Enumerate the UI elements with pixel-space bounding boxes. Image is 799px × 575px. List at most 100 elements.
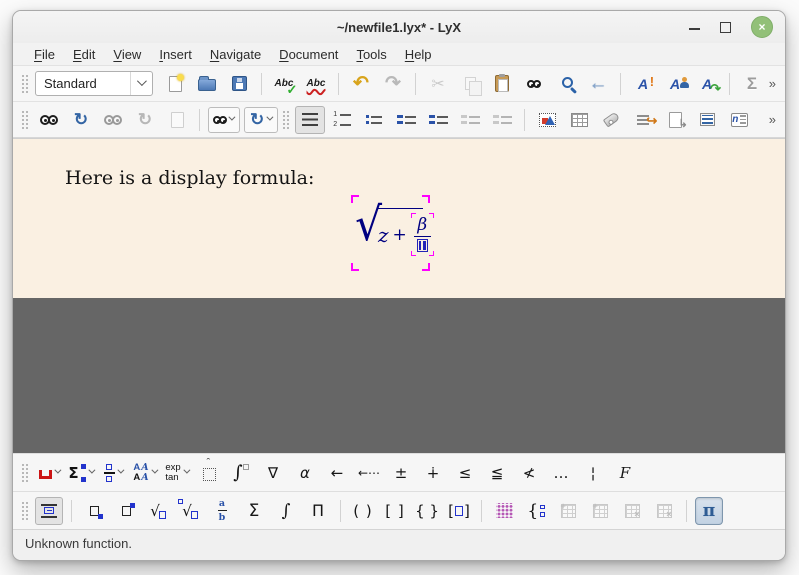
math-inset[interactable]: √ z + β	[351, 195, 430, 271]
math-panel-toggle[interactable]: π	[695, 497, 723, 525]
continuous-spellcheck-button[interactable]: Abc	[301, 70, 331, 98]
decrease-depth-button[interactable]	[487, 106, 517, 134]
greek-letters-button[interactable]: α	[291, 459, 319, 487]
parentheses-button[interactable]: ( )	[349, 497, 377, 525]
view-source-button[interactable]	[162, 106, 192, 134]
dots-button[interactable]: …	[547, 459, 575, 487]
layout-combobox[interactable]: Standard	[35, 71, 153, 96]
toolbar-drag-handle[interactable]	[282, 110, 289, 130]
relations-button[interactable]: ≤	[451, 459, 479, 487]
minimize-button[interactable]	[689, 19, 700, 30]
update-other-formats-dropdown[interactable]: ↻	[244, 107, 278, 133]
menu-insert[interactable]: Insert	[150, 46, 201, 63]
negative-relations-button[interactable]: ≮	[515, 459, 543, 487]
subscript-button[interactable]	[80, 497, 108, 525]
insert-label-button[interactable]	[596, 106, 626, 134]
update-button[interactable]: ↻	[66, 106, 96, 134]
integral-limits-button[interactable]: ∫	[227, 459, 255, 487]
menu-document[interactable]: Document	[270, 46, 347, 63]
new-document-button[interactable]	[160, 70, 190, 98]
insert-matrix-button[interactable]	[490, 497, 518, 525]
brackets-button[interactable]: [ ]	[381, 497, 409, 525]
fraction-inset[interactable]: β	[411, 213, 434, 256]
numbered-list-button[interactable]: 1 2	[327, 106, 357, 134]
document-page[interactable]: Here is a display formula: √ z + β	[13, 139, 785, 298]
spellcheck-button[interactable]: Abc✓	[269, 70, 299, 98]
insert-note-button[interactable]: n	[724, 106, 754, 134]
binary-operators2-button[interactable]: ∔	[419, 459, 447, 487]
arrows-panel-button[interactable]: ←	[323, 459, 351, 487]
toolbar-drag-handle[interactable]	[21, 463, 28, 483]
display-formula-toggle[interactable]	[35, 497, 63, 525]
long-arrows-panel-button[interactable]: ←⋯	[355, 459, 383, 487]
undo-button[interactable]: ↶	[346, 70, 376, 98]
toolbar-overflow-button[interactable]: »	[769, 112, 779, 127]
toggle-noun-button[interactable]: A	[660, 70, 690, 98]
nth-root-button[interactable]: √	[176, 497, 204, 525]
menu-navigate[interactable]: Navigate	[201, 46, 270, 63]
search-button[interactable]	[551, 70, 581, 98]
delete-column-button[interactable]: ×	[650, 497, 678, 525]
sum-button[interactable]: Σ	[240, 497, 268, 525]
view-other-formats-dropdown[interactable]	[208, 107, 240, 133]
empty-math-box-cursor[interactable]	[417, 239, 428, 252]
cut-button[interactable]: ✂	[423, 70, 453, 98]
add-column-button[interactable]: +	[586, 497, 614, 525]
big-operators-dropdown[interactable]: Σ	[67, 459, 95, 487]
update-master-button[interactable]: ↻	[130, 106, 160, 134]
superscript-button[interactable]	[112, 497, 140, 525]
menu-tools[interactable]: Tools	[347, 46, 395, 63]
insert-cases-button[interactable]: {	[522, 497, 550, 525]
toolbar-drag-handle[interactable]	[21, 110, 28, 130]
toggle-emphasis-button[interactable]: A!	[628, 70, 658, 98]
operators-panel-button[interactable]: ∇	[259, 459, 287, 487]
insert-marginnote-button[interactable]	[692, 106, 722, 134]
view-master-button[interactable]	[98, 106, 128, 134]
maximize-button[interactable]	[720, 22, 731, 33]
view-button[interactable]	[34, 106, 64, 134]
ams-relations-button[interactable]: ≦	[483, 459, 511, 487]
delimiters-misc-button[interactable]: ¦	[579, 459, 607, 487]
insert-table-button[interactable]	[564, 106, 594, 134]
paste-button[interactable]	[487, 70, 517, 98]
titlebar[interactable]: ~/newfile1.lyx* - LyX ×	[13, 11, 785, 43]
binary-operators-button[interactable]: ±	[387, 459, 415, 487]
product-button[interactable]: Π	[304, 497, 332, 525]
delimiters-dialog-button[interactable]: [ ]	[445, 497, 473, 525]
close-button[interactable]: ×	[751, 16, 773, 38]
ams-operators-button[interactable]: F	[611, 459, 639, 487]
menu-file[interactable]: File	[25, 46, 64, 63]
copy-button[interactable]	[455, 70, 485, 98]
add-row-button[interactable]: +	[554, 497, 582, 525]
menu-edit[interactable]: Edit	[64, 46, 104, 63]
open-document-button[interactable]	[192, 70, 222, 98]
insert-graphics-button[interactable]	[532, 106, 562, 134]
fraction-button[interactable]: ab	[208, 497, 236, 525]
toolbar-drag-handle[interactable]	[21, 501, 28, 521]
redo-button[interactable]: ↷	[378, 70, 408, 98]
delete-row-button[interactable]: ×	[618, 497, 646, 525]
find-replace-button[interactable]	[519, 70, 549, 98]
math-functions-dropdown[interactable]: exptan	[163, 459, 191, 487]
toolbar-drag-handle[interactable]	[21, 74, 28, 94]
labeling-list-button[interactable]	[423, 106, 453, 134]
description-list-button[interactable]	[391, 106, 421, 134]
increase-depth-button[interactable]	[455, 106, 485, 134]
sqrt-button[interactable]: √	[144, 497, 172, 525]
insert-crossref-button[interactable]: ↪	[628, 106, 658, 134]
apply-last-style-button[interactable]: A↷	[692, 70, 722, 98]
menu-view[interactable]: View	[104, 46, 150, 63]
insert-math-button[interactable]: Σ	[737, 70, 767, 98]
menu-help[interactable]: Help	[396, 46, 441, 63]
fraction-dropdown[interactable]	[99, 459, 127, 487]
save-document-button[interactable]	[224, 70, 254, 98]
paragraph-justify-button[interactable]	[295, 106, 325, 134]
paragraph-text[interactable]: Here is a display formula:	[65, 167, 314, 189]
bullet-list-button[interactable]	[359, 106, 389, 134]
math-spacing-dropdown[interactable]	[35, 459, 63, 487]
math-accents-button[interactable]	[195, 459, 223, 487]
math-font-dropdown[interactable]: AAAA	[131, 459, 159, 487]
insert-footnote-button[interactable]: ↳	[660, 106, 690, 134]
integral-button[interactable]: ∫	[272, 497, 300, 525]
braces-button[interactable]: { }	[413, 497, 441, 525]
